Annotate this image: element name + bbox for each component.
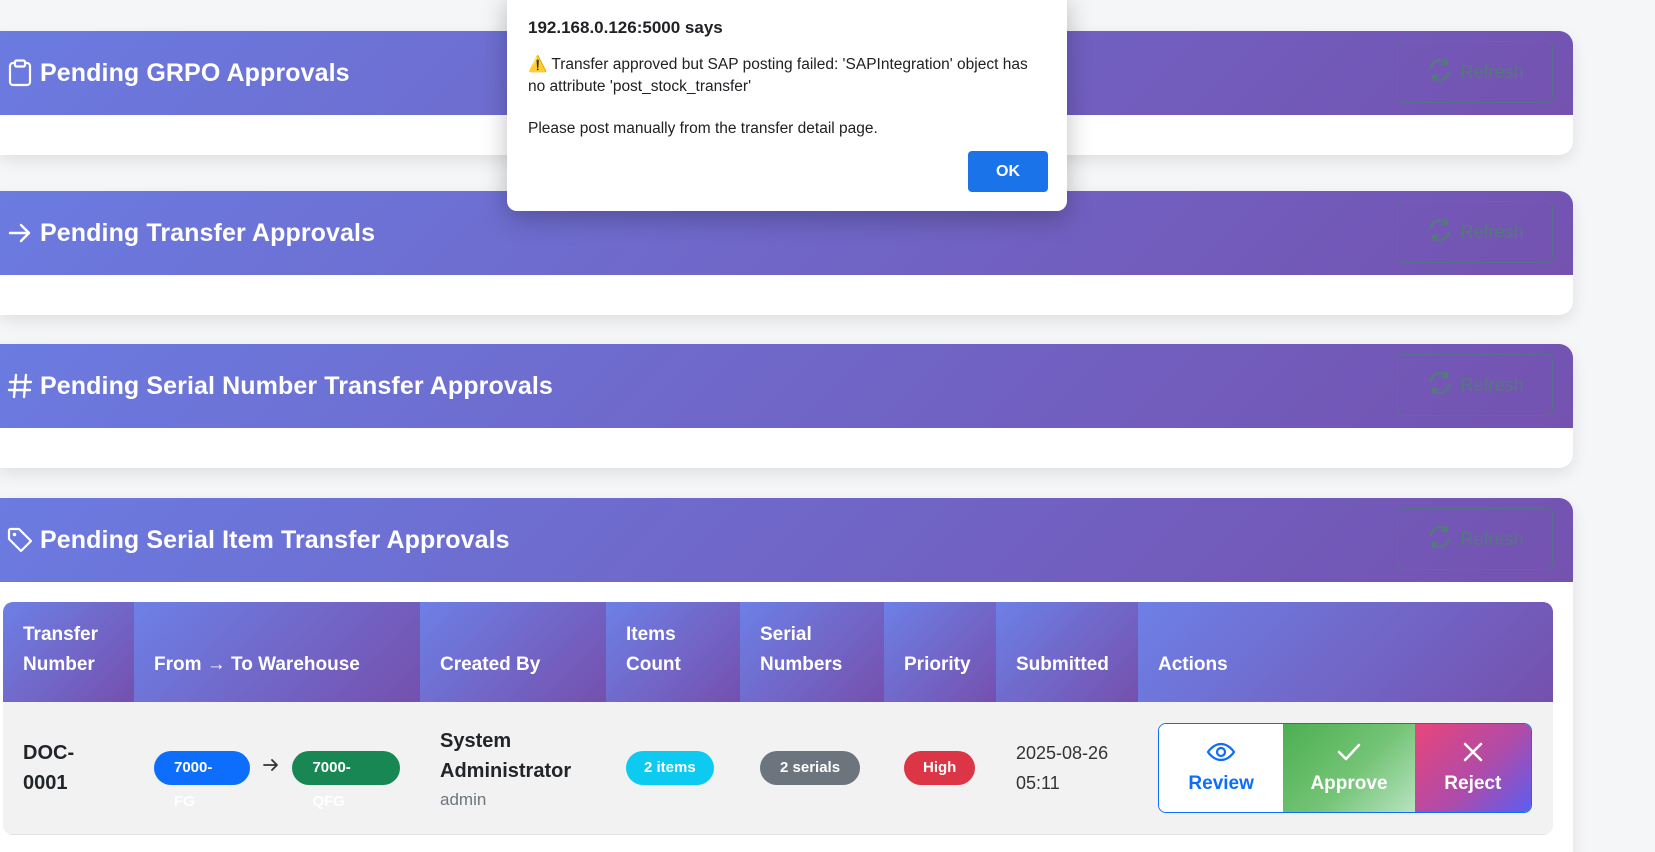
refresh-label: Refresh [1460, 374, 1524, 395]
doc-number: DOC-0001 [23, 741, 75, 794]
serial-number-transfer-approvals-card: Pending Serial Number Transfer Approvals… [0, 344, 1573, 468]
dialog-message-secondary: Please post manually from the transfer d… [528, 120, 878, 137]
refresh-icon [1426, 216, 1454, 249]
refresh-icon [1426, 523, 1454, 556]
from-warehouse-badge: 7000-FG [154, 750, 251, 810]
table-header-row: Transfer Number From → To Warehouse Crea… [3, 602, 1553, 702]
col-items-count: Items Count [606, 602, 740, 702]
hash-icon [6, 372, 34, 400]
cell-created-by: System Administrator admin [420, 702, 606, 835]
refresh-button[interactable]: Refresh [1397, 201, 1553, 263]
refresh-icon [1426, 369, 1454, 402]
arrow-right-icon [262, 757, 280, 779]
col-actions: Actions [1138, 602, 1553, 702]
arrow-right-icon [6, 219, 34, 247]
cell-priority: High [884, 702, 996, 835]
tag-icon [6, 526, 34, 554]
card-body [0, 275, 1573, 315]
approve-button[interactable]: Approve [1283, 723, 1415, 812]
creator-name: System Administrator [440, 729, 572, 782]
items-count-badge: 2 items [626, 750, 714, 785]
close-icon [1462, 741, 1484, 769]
refresh-icon [1426, 56, 1454, 89]
section-title: Pending Transfer Approvals [40, 218, 376, 247]
review-button[interactable]: Review [1159, 723, 1284, 812]
cell-doc-number: DOC-0001 [3, 702, 134, 835]
dialog-message: ⚠️ Transfer approved but SAP posting fai… [528, 56, 1028, 95]
approvals-table: Transfer Number From → To Warehouse Crea… [3, 602, 1553, 835]
serials-badge: 2 serials [760, 750, 861, 785]
table-row: DOC-0001 7000-FG 7000-QFG System Adminis… [3, 702, 1553, 835]
col-transfer-number: Transfer Number [3, 602, 134, 702]
card-body [0, 428, 1573, 468]
clipboard-icon [6, 59, 34, 87]
section-title: Pending Serial Number Transfer Approvals [40, 371, 553, 400]
refresh-label: Refresh [1460, 221, 1524, 242]
dialog-title: 192.168.0.126:5000 says [528, 18, 723, 37]
col-priority: Priority [884, 602, 996, 702]
refresh-label: Refresh [1460, 528, 1524, 549]
cell-submitted: 2025-08-26 05:11 [996, 702, 1138, 835]
approvals-table-wrap: Transfer Number From → To Warehouse Crea… [3, 602, 1553, 835]
col-submitted: Submitted [996, 602, 1138, 702]
section-title: Pending GRPO Approvals [40, 58, 350, 87]
review-label: Review [1188, 772, 1254, 794]
col-serial-numbers: Serial Numbers [740, 602, 884, 702]
approve-label: Approve [1310, 772, 1388, 794]
refresh-button[interactable]: Refresh [1397, 41, 1553, 103]
alert-dialog: 192.168.0.126:5000 says ⚠️ Transfer appr… [507, 0, 1067, 211]
refresh-button[interactable]: Refresh [1397, 508, 1553, 570]
check-icon [1336, 741, 1362, 769]
eye-icon [1206, 741, 1236, 769]
col-warehouse: From → To Warehouse [134, 602, 420, 702]
serial-number-transfer-approvals-header: Pending Serial Number Transfer Approvals… [0, 344, 1573, 428]
serial-item-transfer-approvals-card: Pending Serial Item Transfer Approvals R… [0, 498, 1573, 852]
reject-label: Reject [1444, 772, 1502, 794]
ok-button[interactable]: OK [968, 151, 1048, 192]
refresh-button[interactable]: Refresh [1397, 354, 1553, 416]
cell-serials: 2 serials [740, 702, 884, 835]
col-created-by: Created By [420, 602, 606, 702]
submitted-date: 2025-08-26 05:11 [1016, 742, 1109, 793]
to-warehouse-badge: 7000-QFG [292, 750, 400, 810]
creator-username: admin [440, 789, 487, 809]
reject-button[interactable]: Reject [1414, 723, 1531, 812]
cell-actions: Review Approve Reject [1138, 702, 1553, 835]
priority-badge: High [904, 750, 976, 785]
action-button-group: Review Approve Reject [1158, 722, 1532, 813]
cell-warehouse: 7000-FG 7000-QFG [134, 702, 420, 835]
section-title: Pending Serial Item Transfer Approvals [40, 525, 510, 554]
serial-item-transfer-approvals-header: Pending Serial Item Transfer Approvals R… [0, 498, 1573, 582]
refresh-label: Refresh [1460, 61, 1524, 82]
cell-items-count: 2 items [606, 702, 740, 835]
